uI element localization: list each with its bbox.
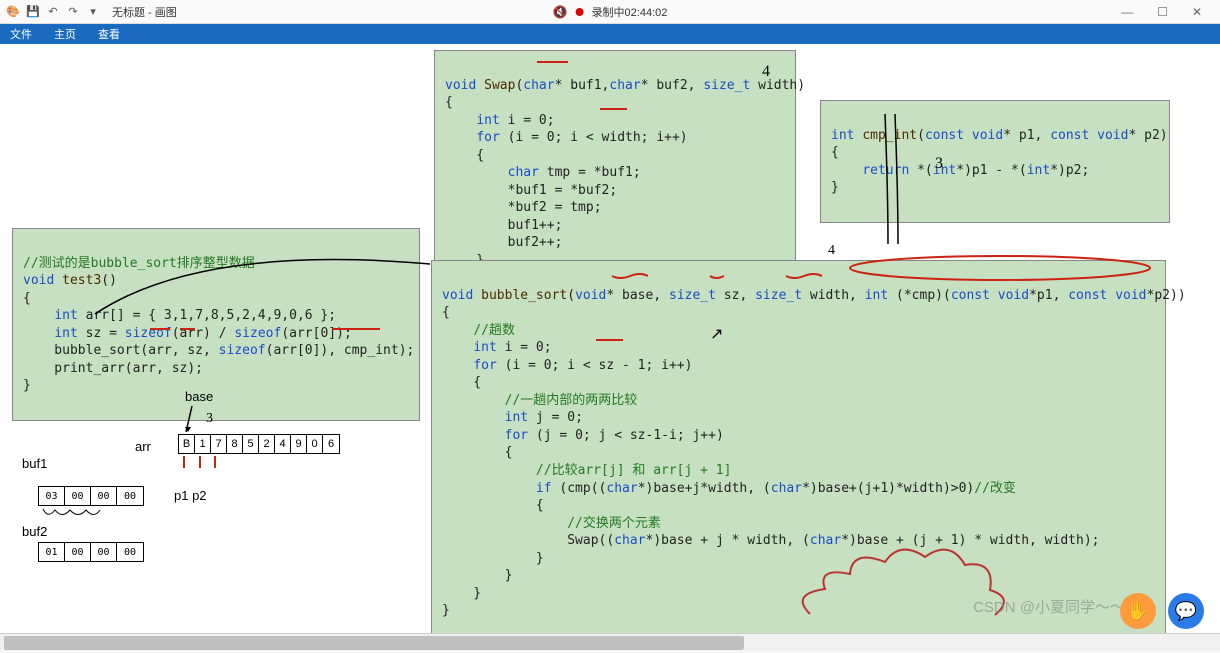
- quick-access-toolbar: 🎨 💾 ↶ ↷ ▾ 无标题 - 画图: [6, 4, 177, 20]
- array-cell: 6: [323, 435, 339, 453]
- close-button[interactable]: ✕: [1186, 3, 1208, 21]
- recording-indicator: 🔇 录制中02:44:02: [553, 4, 668, 20]
- array-diagram: B 1 7 8 5 2 4 9 0 6: [178, 434, 340, 454]
- array-cell: 1: [195, 435, 211, 453]
- ribbon-tabs: 文件 主页 查看: [0, 24, 1220, 44]
- app-title: 无标题 - 画图: [112, 4, 177, 20]
- code-panel-test: //测试的是bubble_sort排序整型数据 void test3() { i…: [12, 228, 420, 421]
- array-cell: 8: [227, 435, 243, 453]
- tab-view[interactable]: 查看: [94, 24, 124, 44]
- scrollbar-thumb[interactable]: [4, 636, 744, 650]
- watermark: CSDN @小夏同学～～～: [973, 596, 1140, 617]
- array-cell: 5: [243, 435, 259, 453]
- buf2-diagram: 01 00 00 00: [38, 542, 144, 562]
- label-p1p2: p1 p2: [174, 488, 207, 503]
- hand-float-button[interactable]: ✋: [1120, 593, 1156, 629]
- record-dot-icon: [576, 8, 584, 16]
- tab-home[interactable]: 主页: [50, 24, 80, 44]
- record-time: 录制中02:44:02: [592, 4, 668, 20]
- code-panel-bubble: void bubble_sort(void* base, size_t sz, …: [431, 260, 1166, 646]
- tab-file[interactable]: 文件: [6, 24, 36, 44]
- code-panel-cmp: int cmp_int(const void* p1, const void* …: [820, 100, 1170, 223]
- array-cell: 2: [259, 435, 275, 453]
- array-cell: 7: [211, 435, 227, 453]
- svg-text:4: 4: [828, 243, 835, 258]
- array-cell: 0: [307, 435, 323, 453]
- horizontal-scrollbar[interactable]: [0, 633, 1220, 651]
- label-base: base: [185, 389, 213, 404]
- maximize-button[interactable]: ☐: [1151, 3, 1174, 21]
- qat-dropdown-icon[interactable]: ▾: [86, 5, 100, 19]
- array-cell: 9: [291, 435, 307, 453]
- window-controls: — ☐ ✕: [1115, 3, 1208, 21]
- minimize-button[interactable]: —: [1115, 3, 1139, 21]
- label-arr: arr: [135, 439, 151, 454]
- label-buf2: buf2: [22, 524, 47, 539]
- undo-icon[interactable]: ↶: [46, 5, 60, 19]
- buf1-diagram: 03 00 00 00: [38, 486, 144, 506]
- canvas-area[interactable]: //测试的是bubble_sort排序整型数据 void test3() { i…: [0, 44, 1220, 633]
- paint-app-icon: 🎨: [6, 5, 20, 19]
- mic-icon: 🔇: [553, 5, 568, 19]
- label-buf1: buf1: [22, 456, 47, 471]
- save-icon[interactable]: 💾: [26, 5, 40, 19]
- array-cell: 4: [275, 435, 291, 453]
- title-bar: 🎨 💾 ↶ ↷ ▾ 无标题 - 画图 🔇 录制中02:44:02 — ☐ ✕: [0, 0, 1220, 24]
- chat-float-button[interactable]: 💬: [1168, 593, 1204, 629]
- array-cell: B: [179, 435, 195, 453]
- redo-icon[interactable]: ↷: [66, 5, 80, 19]
